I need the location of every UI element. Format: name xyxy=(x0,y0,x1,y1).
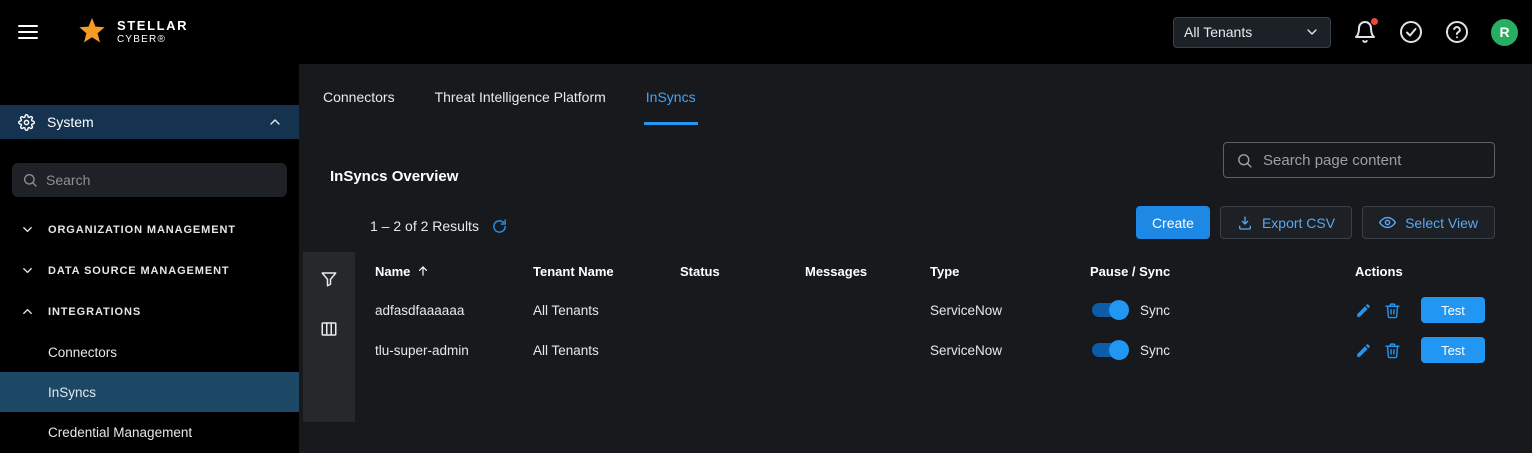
header-label: Name xyxy=(375,264,410,279)
page-title: InSyncs Overview xyxy=(330,168,458,185)
cell-status xyxy=(680,303,805,318)
section-label: INTEGRATIONS xyxy=(48,306,141,318)
chevron-down-icon xyxy=(1304,24,1320,40)
search-icon xyxy=(1236,152,1253,169)
help-icon[interactable] xyxy=(1445,20,1469,44)
notification-dot xyxy=(1371,18,1378,25)
sidebar-item-system[interactable]: System xyxy=(0,105,299,139)
delete-trash-icon[interactable] xyxy=(1384,342,1401,359)
test-button[interactable]: Test xyxy=(1421,337,1485,363)
sidebar-system-label: System xyxy=(47,114,255,130)
column-header-name[interactable]: Name xyxy=(375,264,533,279)
sidebar-section-integrations[interactable]: INTEGRATIONS xyxy=(0,291,299,332)
column-header-actions: Actions xyxy=(1355,264,1495,279)
toggle-knob xyxy=(1109,340,1129,360)
sidebar-item-insyncs[interactable]: InSyncs xyxy=(0,372,299,412)
delete-trash-icon[interactable] xyxy=(1384,302,1401,319)
cell-actions: Test xyxy=(1355,337,1495,363)
tenant-selector-value: All Tenants xyxy=(1184,24,1252,40)
tab-bar: Connectors Threat Intelligence Platform … xyxy=(299,64,1532,125)
tenant-selector[interactable]: All Tenants xyxy=(1173,17,1331,48)
search-icon xyxy=(22,172,38,188)
export-csv-button[interactable]: Export CSV xyxy=(1220,206,1352,239)
section-label: DATA SOURCE MANAGEMENT xyxy=(48,265,230,277)
section-label: ORGANIZATION MANAGEMENT xyxy=(48,224,236,236)
topbar-right: All Tenants R xyxy=(1173,17,1518,48)
edit-pencil-icon[interactable] xyxy=(1355,342,1372,359)
sidebar-search xyxy=(12,163,287,197)
cell-type: ServiceNow xyxy=(930,303,1090,318)
tab-threat-intelligence-platform[interactable]: Threat Intelligence Platform xyxy=(433,64,608,125)
cell-type: ServiceNow xyxy=(930,343,1090,358)
brand-line1: STELLAR xyxy=(117,19,188,34)
sidebar-sections: ORGANIZATION MANAGEMENT DATA SOURCE MANA… xyxy=(0,209,299,452)
sidebar-search-input[interactable] xyxy=(46,172,277,188)
cell-actions: Test xyxy=(1355,297,1495,323)
chevron-down-icon xyxy=(20,263,35,278)
sync-label: Sync xyxy=(1140,343,1170,358)
table-row: adfasdfaaaaaa All Tenants ServiceNow Syn… xyxy=(375,290,1495,330)
edit-pencil-icon[interactable] xyxy=(1355,302,1372,319)
gear-icon xyxy=(18,114,35,131)
chevron-up-icon xyxy=(20,304,35,319)
create-button[interactable]: Create xyxy=(1136,206,1210,239)
column-header-type[interactable]: Type xyxy=(930,264,1090,279)
cell-status xyxy=(680,343,805,358)
sync-toggle[interactable] xyxy=(1092,303,1126,317)
topbar: STELLAR CYBER® All Tenants R xyxy=(0,0,1532,64)
column-header-pause-sync[interactable]: Pause / Sync xyxy=(1090,264,1355,279)
sidebar: System ORGANIZATION MANAGEMENT DATA SOUR… xyxy=(0,64,299,453)
table-row: tlu-super-admin All Tenants ServiceNow S… xyxy=(375,330,1495,370)
page-search xyxy=(1223,142,1495,178)
sync-label: Sync xyxy=(1140,303,1170,318)
cell-name: tlu-super-admin xyxy=(375,343,533,358)
table-header-row: Name Tenant Name Status Messages Type Pa… xyxy=(375,252,1495,290)
main-content: Connectors Threat Intelligence Platform … xyxy=(299,64,1532,453)
sort-ascending-icon xyxy=(416,264,430,278)
chevron-down-icon xyxy=(20,222,35,237)
results-row: 1 – 2 of 2 Results xyxy=(370,212,508,240)
brand-text: STELLAR CYBER® xyxy=(117,19,188,45)
page-search-input[interactable] xyxy=(1263,152,1482,169)
cell-tenant: All Tenants xyxy=(533,303,680,318)
cell-name: adfasdfaaaaaa xyxy=(375,303,533,318)
cell-pause-sync: Sync xyxy=(1090,343,1355,358)
column-header-tenant-name[interactable]: Tenant Name xyxy=(533,264,680,279)
download-icon xyxy=(1237,215,1253,231)
stellar-star-icon xyxy=(76,16,108,48)
column-header-messages[interactable]: Messages xyxy=(805,264,930,279)
sidebar-section-organization-management[interactable]: ORGANIZATION MANAGEMENT xyxy=(0,209,299,250)
refresh-icon[interactable] xyxy=(491,218,508,235)
test-button[interactable]: Test xyxy=(1421,297,1485,323)
cell-tenant: All Tenants xyxy=(533,343,680,358)
column-header-status[interactable]: Status xyxy=(680,264,805,279)
brand-line2: CYBER® xyxy=(117,34,188,46)
task-status-check-icon[interactable] xyxy=(1399,20,1423,44)
select-view-button[interactable]: Select View xyxy=(1362,206,1495,239)
cell-pause-sync: Sync xyxy=(1090,303,1355,318)
tab-connectors[interactable]: Connectors xyxy=(321,64,397,125)
results-count: 1 – 2 of 2 Results xyxy=(370,218,479,234)
select-view-label: Select View xyxy=(1405,215,1478,231)
toolbar-actions: Create Export CSV Select View xyxy=(1136,206,1495,239)
avatar[interactable]: R xyxy=(1491,19,1518,46)
toggle-knob xyxy=(1109,300,1129,320)
filter-icon[interactable] xyxy=(320,270,338,288)
sidebar-item-credential-management[interactable]: Credential Management xyxy=(0,412,299,452)
tab-insyncs[interactable]: InSyncs xyxy=(644,64,698,125)
table-tool-strip xyxy=(303,252,355,422)
export-csv-label: Export CSV xyxy=(1262,215,1335,231)
sidebar-item-connectors[interactable]: Connectors xyxy=(0,332,299,372)
chevron-up-icon xyxy=(267,114,283,130)
notifications-bell-icon[interactable] xyxy=(1353,20,1377,44)
sync-toggle[interactable] xyxy=(1092,343,1126,357)
hamburger-menu-icon[interactable] xyxy=(14,18,42,46)
eye-icon xyxy=(1379,214,1396,231)
insyncs-table: Name Tenant Name Status Messages Type Pa… xyxy=(375,252,1495,370)
brand-logo: STELLAR CYBER® xyxy=(76,16,188,48)
columns-icon[interactable] xyxy=(320,320,338,338)
sidebar-section-data-source-management[interactable]: DATA SOURCE MANAGEMENT xyxy=(0,250,299,291)
